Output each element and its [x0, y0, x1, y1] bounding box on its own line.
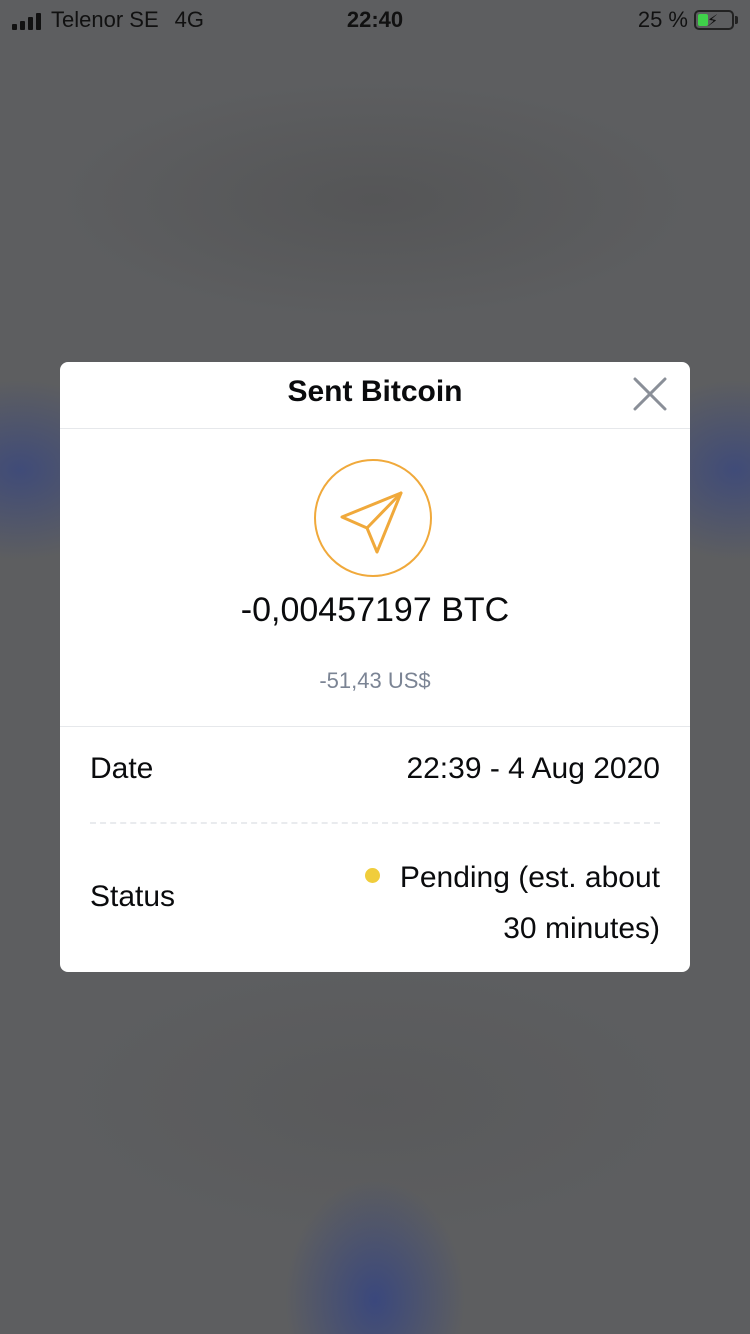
close-icon — [633, 377, 667, 411]
battery-cap — [735, 16, 738, 24]
date-label: Date — [90, 752, 154, 785]
crypto-amount: -0,00457197 BTC — [240, 591, 510, 629]
fiat-amount: -51,43 US$ — [319, 668, 431, 693]
date-value: 22:39 - 4 Aug 2020 — [406, 752, 660, 785]
status-bar-right: 25 % ⚡ — [638, 7, 738, 33]
date-row: Date 22:39 - 4 Aug 2020 — [90, 752, 660, 824]
battery-icon: ⚡ — [694, 10, 734, 30]
modal-title: Sent Bitcoin — [287, 375, 463, 408]
charging-bolt-icon: ⚡ — [707, 13, 719, 30]
status-dot-icon — [364, 868, 380, 883]
close-button[interactable] — [632, 376, 668, 412]
status-label: Status — [90, 880, 176, 913]
transaction-modal: Sent Bitcoin -0,00457197 BTC -51,43 US$ … — [60, 362, 690, 972]
paper-plane-icon — [314, 459, 432, 577]
battery-percent: 25 % — [637, 7, 688, 32]
status-value: Pending (est. about 30 minutes) — [399, 861, 660, 945]
status-value-wrapper: Pending (est. about 30 minutes) — [330, 852, 660, 954]
modal-header: Sent Bitcoin — [60, 362, 690, 429]
status-bar: Telenor SE 4G 22:40 25 % ⚡ — [0, 0, 750, 42]
